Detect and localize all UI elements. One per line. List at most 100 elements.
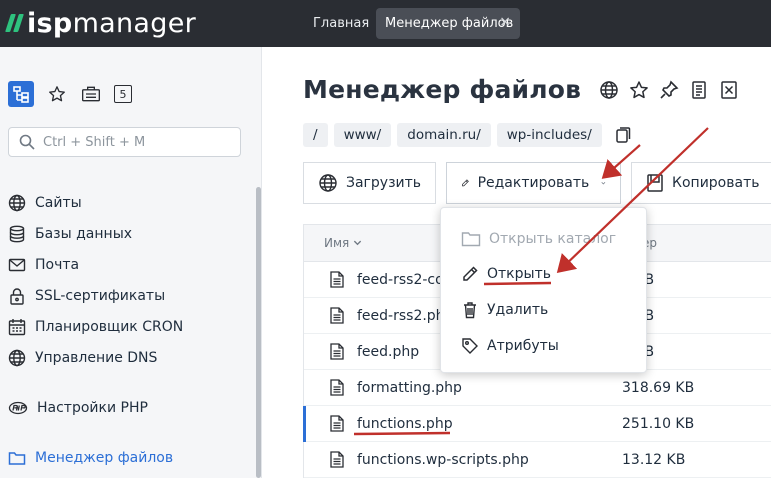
file-name: formatting.php	[357, 379, 462, 396]
folder-icon	[8, 451, 26, 465]
sidebar-item-label: Планировщик CRON	[35, 318, 184, 335]
globe-icon	[8, 194, 26, 211]
star-icon[interactable]	[46, 83, 68, 105]
sidebar-item-label: Почта	[35, 256, 80, 273]
search-input[interactable]	[43, 134, 223, 150]
breadcrumb-item[interactable]: wp-includes/	[496, 123, 602, 147]
file-size: 318.69 KB	[622, 379, 695, 396]
table-row-selected[interactable]: functions.php 251.10 KB	[303, 406, 771, 442]
breadcrumb-item[interactable]: domain.ru/	[397, 123, 491, 147]
tab-file-manager[interactable]: Менеджер файлов ×	[376, 8, 520, 39]
sidebar-nav: Сайты Базы данных Почта SSL-сертификаты …	[8, 187, 248, 473]
app-logo[interactable]: ispmanager	[5, 4, 197, 42]
calendar-icon	[8, 318, 26, 335]
star-icon[interactable]	[629, 80, 649, 100]
excel-icon[interactable]	[719, 80, 739, 100]
breadcrumb: / www/ domain.ru/ wp-includes/	[303, 123, 632, 147]
copy-file-icon	[647, 174, 663, 192]
lock-icon	[10, 287, 24, 305]
sidebar: 5 Сайты Базы данных Почта SSL-сертификат…	[0, 47, 262, 478]
database-icon	[9, 225, 25, 242]
file-name: feed.php	[357, 343, 420, 360]
chevron-down-icon[interactable]	[601, 178, 606, 188]
sidebar-item-label: SSL-сертификаты	[35, 287, 166, 304]
sidebar-item-databases[interactable]: Базы данных	[8, 218, 248, 249]
copy-path-icon[interactable]	[614, 126, 632, 144]
file-name: feed-rss2.php	[357, 307, 454, 324]
file-name: functions.php	[357, 415, 453, 432]
folder-icon	[461, 232, 481, 247]
menu-item-label: Удалить	[487, 302, 549, 318]
pin-icon[interactable]	[659, 80, 679, 100]
file-name: functions.wp-scripts.php	[357, 451, 529, 468]
document-list-icon[interactable]	[689, 80, 709, 100]
breadcrumb-item[interactable]: www/	[333, 123, 392, 147]
sidebar-item-sites[interactable]: Сайты	[8, 187, 248, 218]
menu-item-attributes[interactable]: Атрибуты	[461, 334, 559, 358]
copy-button[interactable]: Копировать	[631, 162, 771, 204]
sidebar-scrollbar[interactable]	[256, 187, 261, 478]
column-header-name[interactable]: Имя	[324, 236, 362, 250]
search-field[interactable]	[8, 127, 241, 157]
trash-icon	[464, 302, 476, 319]
globe-icon	[8, 349, 26, 366]
edit-button-label: Редактировать	[477, 175, 590, 191]
title-row: Менеджер файлов	[303, 75, 739, 104]
sidebar-item-file-manager[interactable]: Менеджер файлов	[8, 442, 248, 473]
upload-button-label: Загрузить	[346, 175, 422, 191]
briefcase-icon[interactable]	[80, 83, 102, 105]
menu-item-label: Открыть каталог	[489, 231, 617, 247]
file-icon	[330, 451, 344, 468]
sidebar-item-ssl[interactable]: SSL-сертификаты	[8, 280, 248, 311]
sidebar-item-label: Настройки PHP	[37, 399, 148, 416]
table-row[interactable]: formatting.php 318.69 KB	[304, 370, 771, 406]
menu-item-delete[interactable]: Удалить	[461, 298, 548, 322]
menu-item-label: Открыть	[487, 266, 551, 282]
counter-badge[interactable]: 5	[114, 85, 132, 103]
title-actions	[599, 80, 739, 100]
sidebar-item-label: Менеджер файлов	[35, 449, 174, 466]
edit-dropdown-menu: Открыть каталог Открыть Удалить Атрибуты	[440, 207, 647, 373]
php-icon	[8, 401, 28, 414]
file-icon	[330, 343, 344, 360]
breadcrumb-item[interactable]: /	[303, 123, 328, 147]
logo-text-manager: manager	[72, 7, 197, 39]
table-row[interactable]: functions.wp-scripts.php 13.12 KB	[304, 442, 771, 478]
logo-text-isp: isp	[27, 7, 73, 39]
pencil-icon	[463, 266, 478, 281]
sidebar-item-mail[interactable]: Почта	[8, 249, 248, 280]
page-title: Менеджер файлов	[303, 75, 582, 104]
file-size: 251.10 KB	[622, 415, 695, 432]
top-bar: ispmanager Главная Менеджер файлов ×	[0, 0, 771, 47]
logo-mark	[5, 14, 24, 32]
tree-menu-icon[interactable]	[8, 81, 34, 107]
sidebar-item-php[interactable]: Настройки PHP	[8, 392, 248, 423]
upload-button[interactable]: Загрузить	[303, 162, 437, 204]
file-icon	[330, 271, 344, 288]
copy-button-label: Копировать	[672, 175, 760, 191]
sidebar-item-cron[interactable]: Планировщик CRON	[8, 311, 248, 342]
column-header-name-label: Имя	[324, 236, 350, 250]
tag-icon	[462, 338, 478, 354]
chevron-down-icon	[353, 240, 362, 246]
file-icon	[330, 415, 344, 432]
sidebar-item-label: Управление DNS	[35, 349, 158, 366]
file-icon	[330, 379, 344, 396]
file-icon	[330, 307, 344, 324]
toolbar: Загрузить Редактировать Копировать	[303, 162, 771, 204]
tab-home[interactable]: Главная	[303, 9, 379, 38]
menu-item-open-directory[interactable]: Открыть каталог	[461, 227, 616, 251]
close-icon[interactable]: ×	[499, 14, 511, 30]
globe-icon[interactable]	[599, 80, 619, 100]
globe-icon	[319, 174, 337, 192]
search-icon	[19, 134, 35, 150]
menu-item-label: Атрибуты	[487, 338, 559, 354]
menu-item-open[interactable]: Открыть	[461, 262, 551, 286]
sidebar-item-dns[interactable]: Управление DNS	[8, 342, 248, 373]
pencil-icon	[462, 179, 469, 187]
sidebar-toolbar: 5	[8, 81, 132, 107]
file-size: 13.12 KB	[622, 451, 686, 468]
edit-button[interactable]: Редактировать	[446, 162, 622, 204]
